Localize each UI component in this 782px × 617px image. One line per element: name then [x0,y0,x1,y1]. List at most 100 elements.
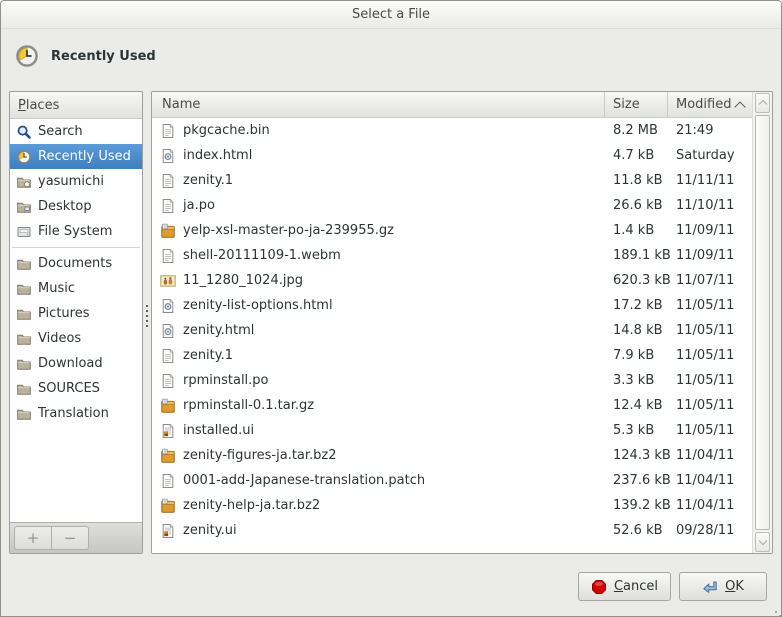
file-row[interactable]: zenity.html14.8 kB11/05/11 [152,318,752,343]
column-header-modified[interactable]: Modified [668,92,752,118]
file-modified-cell: 11/11/11 [668,173,752,188]
search-icon [16,124,32,140]
file-size-cell: 26.6 kB [605,198,668,213]
scrollbar-thumb[interactable] [755,115,770,530]
ok-button[interactable]: OK [679,572,767,601]
file-row[interactable]: 0001-add-Japanese-translation.patch237.6… [152,468,752,493]
html-file-icon [160,148,176,164]
archive-file-icon [160,223,176,239]
add-place-button[interactable]: + [14,526,52,550]
file-row[interactable]: zenity.ui52.6 kB09/28/11 [152,518,752,543]
text-file-icon [160,248,176,264]
window-title: Select a File [352,7,430,22]
file-modified-cell: 11/07/11 [668,273,752,288]
text-file-icon [160,473,176,489]
file-size-cell: 11.8 kB [605,173,668,188]
file-row[interactable]: zenity-figures-ja.tar.bz2124.3 kB11/04/1… [152,443,752,468]
places-mnemonic: P [18,98,26,113]
folder-icon [16,356,32,372]
sidebar-item-documents[interactable]: Documents [10,251,142,276]
file-row[interactable]: zenity-list-options.html17.2 kB11/05/11 [152,293,752,318]
file-name: rpminstall-0.1.tar.gz [183,398,314,413]
file-modified-cell: 21:49 [668,123,752,138]
places-list: Search Recently UsedyasumichiDesktop File … [10,119,142,522]
file-name: zenity.1 [183,173,233,188]
sidebar-item-music[interactable]: Music [10,276,142,301]
vertical-scrollbar[interactable] [752,92,772,553]
places-label: laces [26,98,60,113]
sidebar-item-translation[interactable]: Translation [10,401,142,426]
sort-ascending-icon [734,101,745,112]
places-header[interactable]: Places [10,92,142,119]
file-name: rpminstall.po [183,373,269,388]
file-row[interactable]: zenity-help-ja.tar.bz2139.2 kB11/04/11 [152,493,752,518]
file-row[interactable]: index.html4.7 kBSaturday [152,143,752,168]
file-row[interactable]: zenity.1 11.8 kB11/11/11 [152,168,752,193]
text-file-icon [160,198,176,214]
drive-icon [16,224,32,240]
file-row[interactable]: ja.po26.6 kB11/10/11 [152,193,752,218]
text-file-icon [160,123,176,139]
column-header-size[interactable]: Size [605,92,668,118]
file-modified-cell: 11/09/11 [668,223,752,238]
sidebar-item-yasumichi[interactable]: yasumichi [10,169,142,194]
file-name-cell: zenity.1 [152,173,605,189]
archive-file-icon [160,398,176,414]
sidebar-item-download[interactable]: Download [10,351,142,376]
file-modified-cell: 11/05/11 [668,373,752,388]
archive-file-icon [160,498,176,514]
file-modified-cell: 11/05/11 [668,323,752,338]
file-row[interactable]: rpminstall.po3.3 kB11/05/11 [152,368,752,393]
file-modified-cell: 11/05/11 [668,423,752,438]
file-row[interactable]: yelp-xsl-master-po-ja-239955.gz1.4 kB11/… [152,218,752,243]
sidebar-item-label: Music [38,281,75,296]
sidebar-item-desktop[interactable]: Desktop [10,194,142,219]
resize-grip[interactable] [775,611,777,613]
file-modified-cell: 11/05/11 [668,348,752,363]
cancel-button[interactable]: Cancel [578,572,671,601]
file-row[interactable]: pkgcache.bin8.2 MB21:49 [152,118,752,143]
sidebar-item-recently-used[interactable]: Recently Used [10,144,142,169]
file-row[interactable]: shell-20111109-1.webm189.1 kB11/09/11 [152,243,752,268]
sidebar-item-label: Videos [38,331,81,346]
sidebar-item-sources[interactable]: SOURCES [10,376,142,401]
file-name: installed.ui [183,423,254,438]
file-modified-cell: 11/04/11 [668,498,752,513]
file-name: zenity-list-options.html [183,298,333,313]
sidebar-item-label: Download [38,356,103,371]
sidebar-item-videos[interactable]: Videos [10,326,142,351]
sidebar-item-label: File System [38,224,112,239]
file-modified-cell: 11/04/11 [668,473,752,488]
scroll-up-button[interactable] [755,93,770,113]
file-size-cell: 7.9 kB [605,348,668,363]
remove-place-button[interactable]: − [51,526,89,550]
file-modified-cell: 11/04/11 [668,448,752,463]
text-file-icon [160,173,176,189]
sidebar-item-label: Search [38,124,83,139]
text-file-icon [160,373,176,389]
file-name: index.html [183,148,252,163]
file-row[interactable]: 11_1280_1024.jpg620.3 kB11/07/11 [152,268,752,293]
file-name: ja.po [183,198,215,213]
sidebar-item-file-system[interactable]: File System [10,219,142,244]
scroll-down-button[interactable] [755,532,770,552]
file-row[interactable]: zenity.17.9 kB11/05/11 [152,343,752,368]
file-row[interactable]: rpminstall-0.1.tar.gz12.4 kB11/05/11 [152,393,752,418]
file-chooser-dialog: Select a File Recently Used Places Searc… [0,0,782,617]
column-header-name[interactable]: Name [152,92,605,118]
file-row[interactable]: installed.ui5.3 kB11/05/11 [152,418,752,443]
file-size-cell: 124.3 kB [605,448,668,463]
places-toolbar: + − [10,522,142,553]
sidebar-item-pictures[interactable]: Pictures [10,301,142,326]
html-file-icon [160,323,176,339]
file-name-cell: zenity-figures-ja.tar.bz2 [152,448,605,464]
folder-icon [16,256,32,272]
pane-splitter[interactable] [143,91,151,554]
titlebar[interactable]: Select a File [1,1,781,29]
folder-icon [16,281,32,297]
cancel-icon [591,579,607,595]
file-name: 0001-add-Japanese-translation.patch [183,473,425,488]
sidebar-item-search[interactable]: Search [10,119,142,144]
file-size-cell: 14.8 kB [605,323,668,338]
image-file-icon [160,273,176,289]
